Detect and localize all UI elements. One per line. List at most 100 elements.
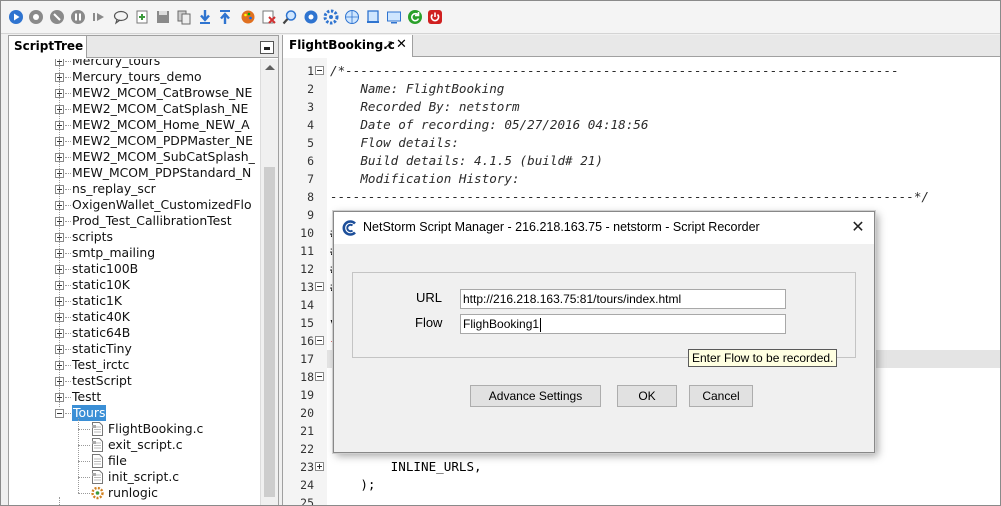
- flow-input[interactable]: FlighBooking1: [460, 314, 786, 334]
- comment-button[interactable]: [113, 9, 130, 26]
- cancel-button[interactable]: Cancel: [689, 385, 753, 407]
- zoom-icon: [282, 10, 297, 25]
- line-number: 4: [307, 118, 314, 132]
- ok-button[interactable]: OK: [617, 385, 677, 407]
- tree-item[interactable]: smtp_mailing: [9, 245, 259, 261]
- tab-script-tree[interactable]: ScriptTree: [9, 36, 87, 58]
- tree-item[interactable]: testScript: [9, 373, 259, 389]
- code-line: INLINE_URLS,: [330, 459, 482, 474]
- tree-scrollbar[interactable]: [260, 59, 278, 505]
- scroll-up-arrow-icon[interactable]: [265, 65, 275, 70]
- palette-button[interactable]: [240, 9, 257, 26]
- pin-icon[interactable]: ↗: [384, 35, 393, 55]
- gear-blue-button[interactable]: [323, 9, 340, 26]
- code-line: Date of recording: 05/27/2016 04:18:56: [330, 117, 649, 132]
- url-label: URL: [416, 290, 443, 305]
- tree-item[interactable]: MEW2_MCOM_CatBrowse_NE: [9, 85, 259, 101]
- stop-icon: [50, 10, 65, 24]
- tree-item-label: static10K: [72, 277, 130, 292]
- remove-icon: [262, 10, 276, 24]
- device-button[interactable]: [365, 9, 382, 26]
- upload-button[interactable]: [217, 9, 234, 26]
- tree-guide-line: [59, 59, 60, 407]
- tree-item[interactable]: scripts: [9, 229, 259, 245]
- dialog-title-bar: NetStorm Script Manager - 216.218.163.75…: [334, 212, 874, 244]
- tree-item-label: FlightBooking.c: [108, 421, 204, 436]
- file-icon: [92, 438, 103, 452]
- tree-item[interactable]: static40K: [9, 309, 259, 325]
- url-input[interactable]: http://216.218.163.75:81/tours/index.htm…: [460, 289, 786, 309]
- tree-item[interactable]: Prod_Test_CallibrationTest: [9, 213, 259, 229]
- editor-tab-label: FlightBooking.c: [289, 38, 395, 52]
- tree-item-label: init_script.c: [108, 469, 180, 484]
- scrollbar-thumb[interactable]: [264, 167, 275, 497]
- tree-item[interactable]: runlogic: [9, 485, 259, 501]
- tree-item[interactable]: Test_irctc: [9, 357, 259, 373]
- code-line: );: [330, 477, 376, 492]
- code-line: Name: FlightBooking: [330, 81, 505, 96]
- tree-item[interactable]: Mercury_tours: [9, 59, 259, 69]
- tree-item[interactable]: Tours: [9, 405, 259, 421]
- main-toolbar: [1, 1, 1000, 34]
- tree-item[interactable]: MEW_MCOM_PDPStandard_N: [9, 165, 259, 181]
- add-page-button[interactable]: [134, 9, 151, 26]
- save-button[interactable]: [155, 9, 172, 26]
- collapse-fold-icon[interactable]: [315, 66, 324, 75]
- tree-item[interactable]: static10K: [9, 277, 259, 293]
- tree-item[interactable]: static100B: [9, 261, 259, 277]
- screen-button[interactable]: [385, 9, 402, 26]
- tab-flightbooking[interactable]: FlightBooking.c ↗ ✕: [283, 35, 413, 57]
- tree-connector: [65, 269, 71, 270]
- remove-button[interactable]: [261, 9, 278, 26]
- tree-item-label: static1K: [72, 293, 123, 308]
- tree-item[interactable]: MEW2_MCOM_Home_NEW_A: [9, 117, 259, 133]
- record-button[interactable]: [28, 9, 45, 26]
- refresh-button[interactable]: [406, 9, 423, 26]
- script-recorder-dialog: NetStorm Script Manager - 216.218.163.75…: [333, 211, 875, 453]
- play-button[interactable]: [7, 9, 24, 26]
- tree-item[interactable]: Mercury_tours_demo: [9, 69, 259, 85]
- add-page-icon: [136, 10, 148, 24]
- tree-item[interactable]: Testt: [9, 389, 259, 405]
- tree-item[interactable]: init_script.c: [9, 469, 259, 485]
- zoom-button[interactable]: [281, 9, 298, 26]
- tree-connector: [78, 445, 90, 446]
- editor-tab-row: FlightBooking.c ↗ ✕: [283, 35, 1000, 57]
- step-button[interactable]: [90, 9, 107, 26]
- tree-item-label: static100B: [72, 261, 139, 276]
- copy-icon: [177, 10, 191, 25]
- tree-item[interactable]: FlightBooking.c: [9, 421, 259, 437]
- tree-connector: [65, 413, 71, 414]
- tree-item[interactable]: ns_replay_scr: [9, 181, 259, 197]
- advance-settings-button[interactable]: Advance Settings: [470, 385, 601, 407]
- expand-fold-icon[interactable]: [315, 462, 324, 471]
- stop-button[interactable]: [49, 9, 66, 26]
- collapse-fold-icon[interactable]: [315, 336, 324, 345]
- dialog-close-icon[interactable]: ✕: [850, 218, 866, 236]
- tree-item[interactable]: exit_script.c: [9, 437, 259, 453]
- tree-item[interactable]: static64B: [9, 325, 259, 341]
- tree-item[interactable]: MEW2_MCOM_PDPMaster_NE: [9, 133, 259, 149]
- tree-connector: [78, 493, 90, 494]
- collapse-fold-icon[interactable]: [315, 282, 324, 291]
- settings-button[interactable]: [302, 9, 319, 26]
- tree-item[interactable]: MEW2_MCOM_SubCatSplash_: [9, 149, 259, 165]
- runlogic-icon: [91, 486, 104, 500]
- globe-button[interactable]: [344, 9, 361, 26]
- tree-item[interactable]: staticTiny: [9, 341, 259, 357]
- copy-button[interactable]: [175, 9, 192, 26]
- collapse-icon[interactable]: [55, 409, 64, 418]
- download-button[interactable]: [196, 9, 213, 26]
- line-number: 22: [300, 442, 314, 456]
- pause-button[interactable]: [69, 9, 86, 26]
- tree-item[interactable]: static1K: [9, 293, 259, 309]
- minimize-panel-button[interactable]: [260, 41, 274, 54]
- tree-item[interactable]: MEW2_MCOM_CatSplash_NE: [9, 101, 259, 117]
- power-button[interactable]: [427, 9, 444, 26]
- tree-item-label: smtp_mailing: [72, 245, 156, 260]
- collapse-fold-icon[interactable]: [315, 372, 324, 381]
- tree-item[interactable]: OxigenWallet_CustomizedFlo: [9, 197, 259, 213]
- tree-item[interactable]: file: [9, 453, 259, 469]
- close-tab-icon[interactable]: ✕: [396, 35, 407, 55]
- line-number: 18: [300, 370, 314, 384]
